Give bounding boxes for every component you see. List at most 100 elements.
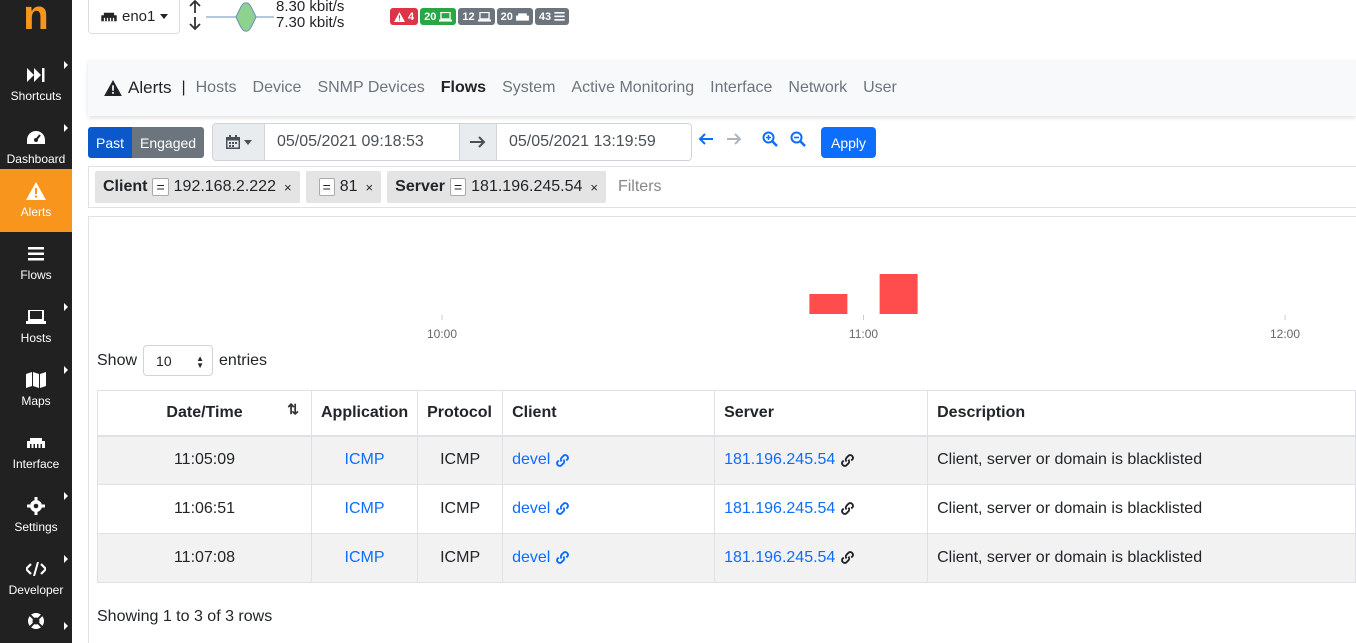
table-footer: Showing 1 to 3 of 3 rows — [97, 608, 273, 625]
server-link[interactable]: 181.196.245.54 — [724, 451, 835, 468]
preset-dropdown[interactable] — [213, 124, 265, 160]
page-size-select[interactable]: 10 ▲ ▼ — [143, 345, 214, 376]
alerts-badge[interactable]: 4 — [390, 8, 419, 25]
sidebar: n Shortcuts Dashboard Alerts Flows Hosts — [0, 0, 72, 643]
arrow-left-icon[interactable] — [698, 132, 714, 146]
date-range-picker: 05/05/2021 09:18:53 05/05/2021 13:19:59 — [212, 123, 692, 161]
tab-system[interactable]: System — [502, 79, 555, 97]
sidebar-item-help[interactable] — [0, 600, 72, 643]
zoom-in-icon[interactable] — [762, 131, 778, 147]
cell-protocol: ICMP — [417, 533, 504, 583]
filters-input[interactable]: Filters — [618, 178, 662, 196]
past-button[interactable]: Past — [88, 127, 133, 158]
sidebar-item-alerts[interactable]: Alerts — [0, 169, 72, 232]
column-label: Protocol — [427, 403, 492, 421]
tab-device[interactable]: Device — [253, 79, 302, 97]
chart-bar[interactable] — [809, 294, 848, 314]
engaged-button[interactable]: Engaged — [132, 127, 205, 158]
status-badges: 4 20 12 20 43 — [390, 8, 570, 25]
arrow-right-icon[interactable] — [726, 132, 742, 146]
col-protocol[interactable]: Protocol — [417, 390, 504, 437]
link-icon[interactable] — [840, 501, 855, 516]
cell-description: Client, server or domain is blacklisted — [927, 435, 1356, 485]
caret-right-icon — [64, 492, 68, 500]
column-label: Date/Time — [166, 403, 243, 421]
link-icon[interactable] — [555, 501, 570, 516]
col-description[interactable]: Description — [927, 390, 1356, 437]
local-hosts-badge[interactable]: 20 — [420, 8, 457, 25]
server-link[interactable]: 181.196.245.54 — [724, 549, 835, 566]
application-link[interactable]: ICMP — [345, 549, 385, 566]
alert-tabs: Alerts | Hosts Device SNMP Devices Flows… — [88, 60, 1356, 116]
filter-chip-client[interactable]: Client = 192.168.2.222 × — [95, 171, 300, 203]
warning-icon — [26, 182, 46, 200]
x-tick-label: 12:00 — [1270, 327, 1300, 341]
filter-chip-port[interactable]: = 81 × — [305, 171, 382, 203]
application-link[interactable]: ICMP — [345, 451, 385, 468]
client-link[interactable]: devel — [512, 451, 550, 468]
page-size-value: 10 — [156, 352, 172, 369]
sidebar-item-shortcuts[interactable]: Shortcuts — [0, 53, 72, 116]
lifebuoy-icon — [26, 612, 46, 630]
filter-operator[interactable]: = — [152, 178, 169, 196]
x-tick-label: 10:00 — [427, 327, 457, 341]
sidebar-item-label: Interface — [12, 457, 60, 471]
col-datetime[interactable]: Date/Time ⇅ — [97, 390, 312, 437]
caret-right-icon — [64, 124, 68, 132]
client-link[interactable]: devel — [512, 500, 550, 517]
remove-filter-icon[interactable]: × — [284, 180, 292, 195]
remove-filter-icon[interactable]: × — [366, 180, 374, 195]
map-icon — [26, 371, 46, 389]
ethernet-icon — [26, 434, 46, 452]
sidebar-item-maps[interactable]: Maps — [0, 358, 72, 421]
remote-hosts-badge[interactable]: 12 — [458, 8, 495, 25]
link-icon[interactable] — [555, 550, 570, 565]
sidebar-item-flows[interactable]: Flows — [0, 232, 72, 295]
link-icon[interactable] — [840, 550, 855, 565]
zoom-out-icon[interactable] — [790, 131, 806, 147]
tab-active-monitoring[interactable]: Active Monitoring — [571, 79, 694, 97]
apply-button[interactable]: Apply — [821, 127, 876, 158]
tab-hosts[interactable]: Hosts — [196, 79, 237, 97]
cell-time: 11:06:51 — [97, 484, 312, 534]
remove-filter-icon[interactable]: × — [590, 180, 598, 195]
interface-selector[interactable]: eno1 — [88, 0, 180, 34]
link-icon[interactable] — [555, 453, 570, 468]
logo-text: n — [23, 0, 49, 38]
chart-bar[interactable] — [879, 274, 918, 314]
warning-icon — [394, 11, 405, 22]
badge-count: 4 — [408, 10, 415, 23]
caret-right-icon — [64, 61, 68, 69]
badge-count: 20 — [500, 10, 513, 23]
devices-badge[interactable]: 20 — [496, 8, 533, 25]
col-client[interactable]: Client — [502, 390, 716, 437]
ntopng-logo[interactable]: n — [0, 0, 72, 42]
filter-operator[interactable]: = — [318, 178, 335, 196]
sidebar-item-settings[interactable]: Settings — [0, 484, 72, 547]
client-link[interactable]: devel — [512, 549, 550, 566]
link-icon[interactable] — [840, 453, 855, 468]
sidebar-item-hosts[interactable]: Hosts — [0, 295, 72, 358]
sidebar-item-interface[interactable]: Interface — [0, 421, 72, 484]
server-link[interactable]: 181.196.245.54 — [724, 500, 835, 517]
laptop-icon — [26, 308, 46, 326]
filter-operator[interactable]: = — [449, 178, 467, 196]
col-server[interactable]: Server — [714, 390, 929, 437]
col-application[interactable]: Application — [310, 390, 419, 437]
traffic-rates: 8.30 kbit/s 7.30 kbit/s — [276, 0, 344, 31]
gauge-icon — [26, 129, 46, 147]
flows-badge[interactable]: 43 — [534, 8, 570, 25]
filter-chip-server[interactable]: Server = 181.196.245.54 × — [387, 171, 606, 203]
time-nav-buttons — [698, 131, 806, 147]
sort-icon[interactable]: ⇅ — [287, 401, 299, 418]
tab-flows[interactable]: Flows — [441, 79, 486, 97]
table-header-row: Date/Time ⇅ Application Protocol Client S… — [97, 390, 1356, 437]
tab-network[interactable]: Network — [788, 79, 847, 97]
chevron-down-icon — [160, 14, 169, 19]
tab-snmp-devices[interactable]: SNMP Devices — [317, 79, 424, 97]
end-date-input[interactable]: 05/05/2021 13:19:59 — [497, 124, 691, 160]
begin-date-input[interactable]: 05/05/2021 09:18:53 — [265, 124, 459, 160]
tab-interface[interactable]: Interface — [710, 79, 772, 97]
application-link[interactable]: ICMP — [345, 500, 385, 517]
tab-user[interactable]: User — [863, 79, 897, 97]
